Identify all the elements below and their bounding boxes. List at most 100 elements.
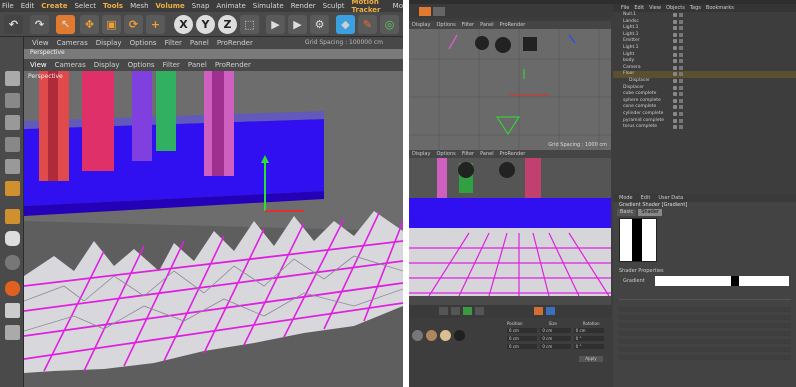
object-row[interactable]: Null.1 — [613, 12, 796, 19]
tag-icon[interactable] — [679, 92, 683, 97]
viewport-menu-prorender[interactable]: ProRender — [215, 61, 251, 69]
points-mode-icon[interactable] — [5, 137, 20, 152]
visibility-icon[interactable] — [673, 98, 677, 103]
object-row[interactable]: Displacer — [613, 78, 796, 85]
tag-icon[interactable] — [679, 32, 683, 37]
coord-value-field[interactable]: 0 cm — [507, 328, 538, 333]
menu-volume[interactable]: Volume — [156, 2, 185, 10]
visibility-icon[interactable] — [673, 125, 677, 130]
object-row[interactable]: Emitter — [613, 38, 796, 45]
tag-icon[interactable] — [679, 45, 683, 50]
viewport-menu-filter[interactable]: Filter — [165, 39, 182, 47]
tag-icon[interactable] — [679, 72, 683, 77]
object-manager-menu-tags[interactable]: Tags — [690, 5, 701, 11]
visibility-icon[interactable] — [673, 45, 677, 50]
object-row[interactable]: Light.1 — [613, 45, 796, 52]
axis-x-button[interactable]: X — [174, 15, 193, 34]
move-icon[interactable]: ✥ — [80, 15, 99, 34]
gradient-knot[interactable] — [731, 276, 739, 286]
persp-view-menu-options[interactable]: Options — [436, 151, 455, 157]
menu-simulate[interactable]: Simulate — [253, 2, 284, 10]
object-row[interactable]: cube complete — [613, 91, 796, 98]
object-manager-menu-file[interactable]: File — [621, 5, 629, 11]
coord-value-field[interactable]: 0 cm — [507, 336, 538, 341]
play-icon[interactable] — [463, 307, 472, 315]
visibility-icon[interactable] — [673, 118, 677, 123]
object-row[interactable]: Camera — [613, 65, 796, 72]
top-viewport[interactable]: Grid Spacing : 1000 cm — [409, 29, 611, 150]
enable-axis-icon[interactable] — [5, 209, 20, 224]
menu-sculpt[interactable]: Sculpt — [323, 2, 345, 10]
rotate-icon[interactable]: ⟳ — [124, 15, 143, 34]
texture-mode-icon[interactable] — [5, 93, 20, 108]
visibility-icon[interactable] — [673, 13, 677, 17]
workplane-icon[interactable] — [5, 115, 20, 130]
timeline[interactable] — [409, 296, 611, 318]
tag-icon[interactable] — [679, 125, 683, 130]
tag-icon[interactable] — [679, 85, 683, 90]
workplane-lock-icon[interactable] — [5, 325, 20, 340]
coord-value-field[interactable]: 0 cm — [507, 344, 538, 349]
attribute-subtab-basic[interactable]: Basic — [617, 209, 637, 216]
generator-icon[interactable]: ◎ — [380, 15, 399, 34]
viewport-menu-cameras[interactable]: Cameras — [55, 61, 86, 69]
move-tool-icon[interactable] — [433, 7, 445, 16]
object-manager-menu-edit[interactable]: Edit — [634, 5, 644, 11]
viewport-menu-cameras[interactable]: Cameras — [57, 39, 88, 47]
object-row[interactable]: Landsc — [613, 19, 796, 26]
object-row[interactable]: Light.1 — [613, 32, 796, 39]
perspective-viewport[interactable]: Perspective — [24, 71, 403, 387]
persp-view-menu-panel[interactable]: Panel — [480, 151, 494, 157]
viewport-menu-view[interactable]: View — [32, 39, 49, 47]
top-view-menu-prorender[interactable]: ProRender — [500, 22, 526, 28]
object-row[interactable]: Floor — [613, 71, 796, 78]
tag-icon[interactable] — [679, 59, 683, 64]
render-picture-viewer-icon[interactable]: ▶ — [288, 15, 307, 34]
coord-value-field[interactable]: 0 cm — [540, 344, 571, 349]
gradient-bar[interactable] — [655, 276, 789, 286]
menu-tools[interactable]: Tools — [103, 2, 123, 10]
cube-primitive-icon[interactable]: ◆ — [336, 15, 355, 34]
magnet-icon[interactable] — [5, 281, 20, 296]
visibility-icon[interactable] — [673, 32, 677, 37]
tag-icon[interactable] — [679, 111, 683, 116]
play-backwards-icon[interactable] — [439, 307, 448, 315]
live-selection-icon[interactable]: ↖ — [56, 15, 75, 34]
tag-icon[interactable] — [679, 39, 683, 44]
tweak-mode-icon[interactable] — [5, 231, 20, 246]
object-row[interactable]: Light — [613, 52, 796, 59]
redo-icon[interactable]: ↷ — [30, 15, 49, 34]
visibility-icon[interactable] — [673, 52, 677, 57]
object-row[interactable]: torus complete — [613, 124, 796, 131]
menu-create[interactable]: Create — [41, 2, 67, 10]
record-keys-icon[interactable] — [534, 307, 543, 315]
coord-value-field[interactable]: 0 ° — [573, 344, 604, 349]
persp-view-menu-prorender[interactable]: ProRender — [500, 151, 526, 157]
viewport-menu-filter[interactable]: Filter — [163, 61, 180, 69]
object-row[interactable]: Light.1 — [613, 25, 796, 32]
top-view-menu-filter[interactable]: Filter — [462, 22, 474, 28]
viewport-menu-options[interactable]: Options — [130, 39, 157, 47]
autokey-icon[interactable] — [546, 307, 555, 315]
visibility-icon[interactable] — [673, 78, 677, 83]
tag-icon[interactable] — [679, 26, 683, 31]
top-view-menu-panel[interactable]: Panel — [480, 22, 494, 28]
menu-animate[interactable]: Animate — [216, 2, 245, 10]
menu-file[interactable]: File — [2, 2, 14, 10]
menu-mo[interactable]: Mo — [393, 2, 403, 10]
object-row[interactable]: cylinder complete — [613, 111, 796, 118]
persp-view-menu-filter[interactable]: Filter — [462, 151, 474, 157]
add-icon[interactable]: + — [146, 15, 165, 34]
attribute-tab-mode[interactable]: Mode — [619, 195, 633, 201]
viewport-menu-view[interactable]: View — [30, 61, 47, 69]
render-view-icon[interactable]: ▶ — [266, 15, 285, 34]
object-manager-menu-view[interactable]: View — [649, 5, 661, 11]
material-swatch[interactable] — [412, 330, 423, 341]
visibility-icon[interactable] — [673, 92, 677, 97]
attribute-subtab-shader[interactable]: Shader — [638, 209, 662, 216]
previous-frame-icon[interactable] — [451, 307, 460, 315]
render-settings-icon[interactable]: ⚙ — [310, 15, 329, 34]
visibility-icon[interactable] — [673, 59, 677, 64]
viewport-menu-panel[interactable]: Panel — [188, 61, 207, 69]
snap-icon[interactable] — [5, 255, 20, 270]
